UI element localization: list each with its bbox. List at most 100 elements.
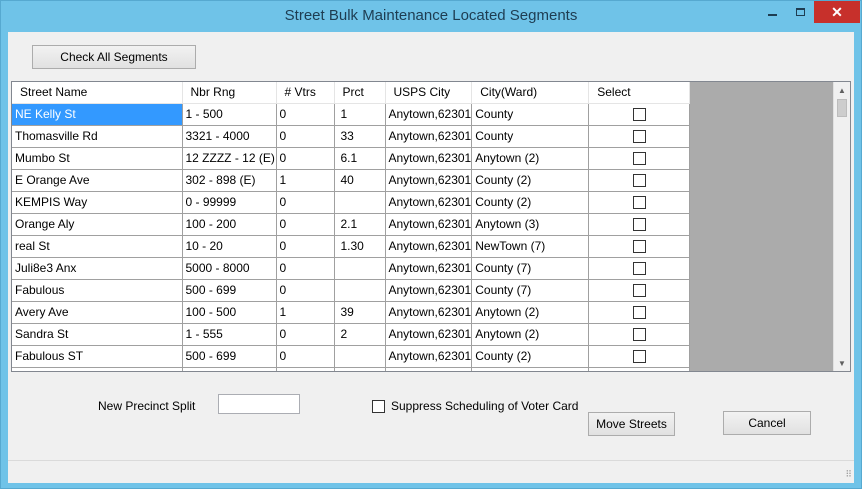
cell-prct[interactable]: 1 [334,103,386,126]
select-checkbox[interactable] [632,328,646,342]
cell-select[interactable] [588,235,691,258]
vertical-scrollbar[interactable]: ▲ ▼ [833,82,850,371]
table-row[interactable]: Mumbo St 12 ZZZZ - 12 (E) 0 6.1 Anytown,6230… [12,147,691,170]
cell-ward[interactable]: Anytown (2) [471,147,590,170]
cell-prct[interactable] [334,257,386,280]
cell-range[interactable]: 302 - 898 (E) [182,169,277,192]
cell-usps[interactable]: Anytown,62301 [385,191,473,214]
cell-select[interactable] [588,367,691,371]
cell-range[interactable]: 100 - 200 [182,213,277,236]
cell-ward[interactable]: County [471,103,590,126]
cell-voters[interactable]: 0 [276,125,335,148]
cell-voters[interactable]: 1 [276,169,335,192]
cell-prct[interactable]: 6.1 [334,147,386,170]
cell-usps[interactable]: Anytown,62301 [385,323,473,346]
table-row[interactable]: Avery Ave 100 - 500 1 39 Anytown,62301 Anytow… [12,301,691,324]
cell-select[interactable] [588,125,691,148]
cell-ward[interactable]: Anytown (2) [471,323,590,346]
cell-ward[interactable]: County (2) [471,191,590,214]
cell-street[interactable]: Juli8e3 Anx [12,257,183,280]
cell-street[interactable]: E Orange Ave [12,169,183,192]
cell-street[interactable]: Avery Ave [12,301,183,324]
cell-usps[interactable]: Anytown,62301 [385,279,473,302]
select-checkbox[interactable] [632,240,646,254]
cell-range[interactable]: 500 - 699 [182,345,277,368]
cell-ward[interactable]: County (2) [471,345,590,368]
cell-ward[interactable]: NewTown (7) [471,235,590,258]
table-row[interactable]: KEMPIS Way 0 - 99999 0 Anytown,62301 County … [12,191,691,214]
table-row[interactable]: Juli8e3 Anx 5000 - 8000 0 Anytown,62301 Coun… [12,257,691,280]
select-checkbox[interactable] [632,350,646,364]
cell-ward[interactable] [471,367,590,371]
cell-usps[interactable]: Anytown,62301 [385,213,473,236]
table-row[interactable]: Fabulous 500 - 699 0 Anytown,62301 County (7… [12,279,691,302]
cell-select[interactable] [588,345,691,368]
cell-street[interactable]: Fabulous [12,279,183,302]
column-header[interactable]: USPS City [385,82,473,104]
cell-select[interactable] [588,301,691,324]
cell-select[interactable] [588,257,691,280]
cell-usps[interactable]: Anytown,62301 [385,235,473,258]
cell-street[interactable]: KEMPIS Way [12,191,183,214]
cell-street[interactable]: Mumbo St [12,147,183,170]
cell-range[interactable]: 5000 - 8000 [182,257,277,280]
cell-street[interactable]: NE Kelly St [12,103,183,126]
column-header[interactable]: Street Name [12,82,183,104]
cell-range[interactable] [182,367,277,371]
cell-select[interactable] [588,213,691,236]
cell-range[interactable]: 12 ZZZZ - 12 (E) [182,147,277,170]
cell-select[interactable] [588,103,691,126]
column-header[interactable]: Nbr Rng [182,82,277,104]
cell-street[interactable]: real St [12,235,183,258]
cell-range[interactable]: 500 - 699 [182,279,277,302]
select-checkbox[interactable] [632,108,646,122]
cell-ward[interactable]: County (7) [471,279,590,302]
table-row[interactable]: NE Kelly St 1 - 500 0 1 Anytown,62301 County [12,103,691,126]
cell-usps[interactable]: Anytown,62301 [385,345,473,368]
maximize-button[interactable] [787,1,813,23]
cell-voters[interactable]: 0 [276,279,335,302]
check-all-segments-button[interactable]: Check All Segments [32,45,196,69]
select-checkbox[interactable] [632,174,646,188]
cell-range[interactable]: 3321 - 4000 [182,125,277,148]
cell-ward[interactable]: County (2) [471,169,590,192]
cell-usps[interactable]: Anytown,62301 [385,257,473,280]
cell-voters[interactable] [276,367,335,371]
cell-prct[interactable]: 2 [334,323,386,346]
cell-usps[interactable]: Anytown,62301 [385,125,473,148]
cell-prct[interactable]: 1.30 [334,235,386,258]
select-checkbox[interactable] [632,130,646,144]
scroll-up-icon[interactable]: ▲ [834,82,850,98]
cell-prct[interactable] [334,279,386,302]
cell-voters[interactable]: 0 [276,257,335,280]
minimize-button[interactable] [759,1,785,23]
table-row[interactable]: Fabulous ST 500 - 699 0 Anytown,62301 County… [12,345,691,368]
cell-voters[interactable]: 0 [276,323,335,346]
scroll-down-icon[interactable]: ▼ [834,355,850,371]
cell-street[interactable]: Fabulous ST [12,345,183,368]
cell-select[interactable] [588,147,691,170]
select-checkbox[interactable] [632,196,646,210]
cell-voters[interactable]: 0 [276,103,335,126]
new-precinct-split-input[interactable] [218,394,300,414]
cell-usps[interactable]: Anytown,62301 [385,169,473,192]
column-header[interactable]: # Vtrs [276,82,335,104]
cell-prct[interactable]: 40 [334,169,386,192]
cell-select[interactable] [588,279,691,302]
select-checkbox[interactable] [632,284,646,298]
suppress-scheduling-option[interactable]: Suppress Scheduling of Voter Card [372,399,578,413]
cell-ward[interactable]: County (7) [471,257,590,280]
cell-voters[interactable]: 0 [276,191,335,214]
resize-grip-icon[interactable]: ⠿ [845,469,852,480]
column-header[interactable]: Prct [334,82,386,104]
cell-ward[interactable]: Anytown (2) [471,301,590,324]
cell-usps[interactable]: Anytown,62301 [385,147,473,170]
cell-range[interactable]: 100 - 500 [182,301,277,324]
cell-street[interactable]: Thomasville Rd [12,125,183,148]
close-button[interactable]: ✕ [814,1,860,23]
cell-select[interactable] [588,323,691,346]
table-row[interactable]: real St 10 - 20 0 1.30 Anytown,62301 NewTown … [12,235,691,258]
table-row[interactable]: Orange Aly 100 - 200 0 2.1 Anytown,62301 Anyt… [12,213,691,236]
cell-usps[interactable]: Anytown,62301 [385,301,473,324]
cell-street[interactable]: Orange Aly [12,213,183,236]
